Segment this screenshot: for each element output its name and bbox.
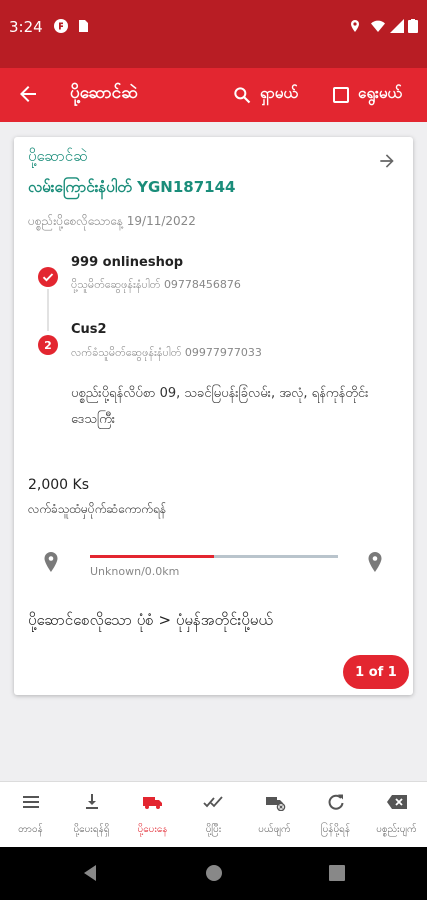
list-icon <box>22 796 39 808</box>
select-button[interactable]: ရွေးမယ် <box>333 78 402 112</box>
nav-delivering[interactable]: ပို့ပေးနေ <box>122 782 183 847</box>
battery-icon <box>408 19 418 33</box>
nav-return[interactable]: ပြန်ပို့ရန် <box>305 782 366 847</box>
nav-damaged[interactable]: ပစ္စည်းပျက် <box>366 782 427 847</box>
download-icon <box>85 794 98 809</box>
nav-delivered[interactable]: ပို့ပြီး <box>183 782 244 847</box>
cod-amount: 2,000 Ks <box>28 477 90 493</box>
select-label: ရွေးမယ် <box>358 84 402 102</box>
nav-label: ပို့ပြီး <box>205 824 222 835</box>
origin-pin-icon <box>44 552 58 572</box>
collect-note: လက်ခံသူထံမှပိုက်ဆံကောက်ရန် <box>28 502 167 516</box>
sim-card-icon <box>79 20 88 32</box>
backspace-icon <box>386 795 407 809</box>
search-icon <box>234 87 251 104</box>
refresh-icon <box>328 794 343 810</box>
delivery-card[interactable]: ပို့ဆောင်ဆဲ လမ်းကြောင်းနံပါတ် YGN187144 … <box>14 137 413 695</box>
sender-phone: ပို့သူမိတ်ဆွေဖုန်းနံပါတ် 09778456876 <box>71 278 241 294</box>
destination-pin-icon <box>368 552 382 572</box>
distance-progress-fill <box>90 555 214 558</box>
created-date: ပစ္စည်းပို့စေလိုသောနေ့ 19/11/2022 <box>28 213 196 231</box>
distance-text: Unknown/0.0km <box>90 565 180 578</box>
nav-label: တာဝန် <box>18 824 43 835</box>
tracking-number: လမ်းကြောင်းနံပါတ် YGN187144 <box>28 178 235 200</box>
receiver-address: ပစ္စည်းပို့ရန်လိပ်စာ 09, သခင်မြပန်းခြံလမ… <box>71 386 369 427</box>
nav-label: ပစ္စည်းပျက် <box>376 824 417 835</box>
search-button[interactable]: ရှာမယ် <box>232 78 298 112</box>
signal-icon <box>390 19 404 33</box>
receiver-phone-value: 09977977033 <box>184 346 262 359</box>
pager-badge[interactable]: 1 of 1 <box>343 655 409 689</box>
receiver-phone-label: လက်ခံသူမိတ်ဆွေဖုန်းနံပါတ် <box>71 346 182 359</box>
created-date-label: ပစ္စည်းပို့စေလိုသောနေ့ <box>28 214 123 228</box>
sender-phone-label: ပို့သူမိတ်ဆွေဖုန်းနံပါတ် <box>71 278 161 291</box>
nav-label: ပို့ပေးရန်ရှိ <box>73 824 110 835</box>
receiver-phone: လက်ခံသူမိတ်ဆွေဖုန်းနံပါတ် 09977977033 <box>71 346 262 362</box>
system-home-icon[interactable] <box>205 864 223 882</box>
arrow-right-icon[interactable] <box>377 151 397 171</box>
status-bar: 3:24 <box>0 0 427 68</box>
system-navigation-bar <box>0 847 427 900</box>
sender-check-icon <box>38 267 58 287</box>
double-check-icon <box>202 796 223 808</box>
status-time: 3:24 <box>9 18 43 36</box>
truck-icon <box>142 797 162 809</box>
system-back-icon[interactable] <box>82 864 98 882</box>
back-arrow-icon[interactable] <box>16 82 40 106</box>
search-label: ရှာမယ် <box>260 84 298 102</box>
nav-label: ပို့ပေးနေ <box>137 824 168 835</box>
sender-name: 999 onlineshop <box>71 255 184 270</box>
created-date-value: 19/11/2022 <box>126 214 196 228</box>
receiver-name: Cus2 <box>71 322 107 337</box>
distance-progress <box>90 555 338 558</box>
wifi-icon <box>371 20 385 32</box>
system-recents-icon[interactable] <box>329 865 345 881</box>
nav-label: ပယ်ဖျက် <box>258 824 291 835</box>
receiver-step-badge: 2 <box>38 335 58 355</box>
location-icon <box>351 20 359 32</box>
sender-phone-value: 09778456876 <box>163 278 241 291</box>
cancel-truck-icon <box>265 797 285 811</box>
checkbox-icon <box>333 87 349 103</box>
nav-tasks[interactable]: တာဝန် <box>0 782 61 847</box>
page-title: ပို့ဆောင်ဆဲ <box>70 83 138 103</box>
tracking-label: လမ်းကြောင်းနံပါတ် <box>28 178 132 196</box>
nav-cancelled[interactable]: ပယ်ဖျက် <box>244 782 305 847</box>
app-notification-icon <box>54 19 68 33</box>
route-connector <box>47 289 49 331</box>
delivery-status: ပို့ဆောင်ဆဲ <box>28 147 88 165</box>
app-bar: ပို့ဆောင်ဆဲ ရှာမယ် ရွေးမယ် <box>0 68 427 122</box>
nav-label: ပြန်ပို့ရန် <box>320 824 351 835</box>
bottom-navigation: တာဝန် ပို့ပေးရန်ရှိ ပို့ပေးနေ ပို့ပြီး ပ… <box>0 781 427 847</box>
service-type: ပို့ဆောင်စေလိုသော ပုံစံ > ပုံမှန်အတိုင်း… <box>28 611 273 629</box>
tracking-id: YGN187144 <box>137 178 236 196</box>
nav-to-deliver[interactable]: ပို့ပေးရန်ရှိ <box>61 782 122 847</box>
